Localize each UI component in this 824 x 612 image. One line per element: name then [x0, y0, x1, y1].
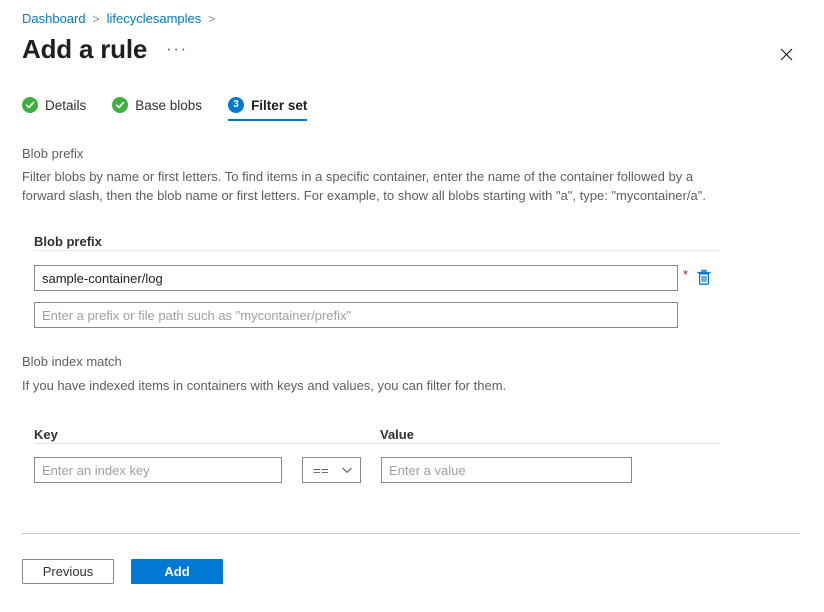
blob-prefix-input-2[interactable] — [34, 302, 678, 328]
breadcrumb-separator-icon-2: > — [208, 11, 215, 27]
step-number-badge: 3 — [228, 97, 244, 113]
breadcrumb-item-dashboard[interactable]: Dashboard — [22, 11, 86, 27]
add-button-label: Add — [164, 564, 189, 579]
chevron-down-icon — [342, 467, 352, 474]
add-button[interactable]: Add — [131, 559, 223, 584]
previous-button[interactable]: Previous — [22, 559, 114, 584]
title-row: Add a rule ··· — [22, 33, 191, 65]
blob-prefix-section-title: Blob prefix — [22, 145, 83, 163]
tab-filter-set-label: Filter set — [251, 98, 307, 113]
tab-filter-set[interactable]: 3 Filter set — [228, 97, 307, 121]
value-column-header: Value — [380, 427, 414, 443]
breadcrumb-separator-icon: > — [93, 11, 100, 27]
blob-prefix-description: Filter blobs by name or first letters. T… — [22, 167, 712, 205]
index-value-input[interactable] — [381, 457, 632, 483]
breadcrumb: Dashboard > lifecyclesamples > — [22, 11, 222, 27]
delete-blob-prefix-button[interactable] — [694, 267, 714, 287]
blob-prefix-column-header: Blob prefix — [34, 234, 102, 250]
key-column-header: Key — [34, 427, 380, 443]
breadcrumb-item-lifecyclesamples[interactable]: lifecyclesamples — [107, 11, 202, 27]
operator-select-value: == — [313, 463, 329, 478]
required-asterisk: * — [683, 268, 688, 281]
blob-index-match-section-title: Blob index match — [22, 353, 122, 371]
index-key-input[interactable] — [34, 457, 282, 483]
blob-prefix-grid-header: Blob prefix — [34, 228, 720, 251]
page-title: Add a rule — [22, 33, 147, 65]
active-tab-indicator — [228, 119, 307, 121]
more-options-icon[interactable]: ··· — [163, 38, 190, 65]
step-number: 3 — [233, 100, 239, 110]
footer-divider — [22, 533, 800, 534]
tab-base-blobs-label: Base blobs — [135, 98, 202, 113]
close-icon — [780, 48, 793, 61]
trash-icon — [696, 269, 712, 286]
wizard-tabs: Details Base blobs 3 Filter set — [22, 97, 333, 121]
operator-select[interactable]: == — [302, 457, 361, 483]
tab-base-blobs[interactable]: Base blobs — [112, 97, 202, 121]
blob-prefix-input-1[interactable] — [34, 265, 678, 291]
previous-button-label: Previous — [43, 564, 94, 579]
check-circle-icon — [22, 97, 38, 113]
tab-details[interactable]: Details — [22, 97, 86, 121]
blob-index-match-description: If you have indexed items in containers … — [22, 376, 712, 395]
tab-details-label: Details — [45, 98, 86, 113]
blob-index-grid-header: Key Value — [34, 421, 720, 444]
check-circle-icon-2 — [112, 97, 128, 113]
close-button[interactable] — [772, 40, 800, 68]
